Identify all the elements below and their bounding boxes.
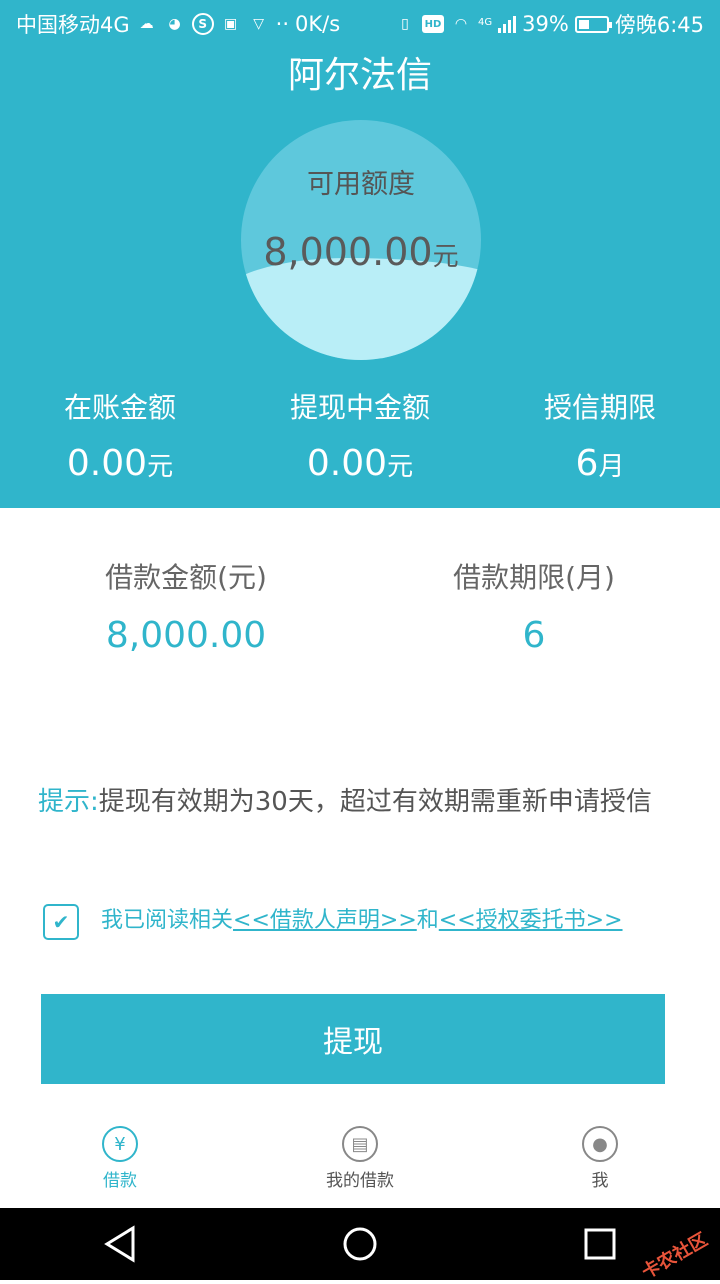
home-button[interactable] bbox=[330, 1214, 390, 1274]
hd-icon: HD bbox=[422, 15, 445, 33]
stat-amount: 6 bbox=[575, 443, 599, 484]
stat-amount: 0.00 bbox=[66, 443, 148, 484]
agreement-checkbox[interactable]: ✔ bbox=[43, 904, 79, 940]
status-bar: 中国移动4G ☁ ◕ S ▣ ▽ ·· 0K/s ▯ HD ◠ 4G 39% 傍… bbox=[0, 0, 720, 48]
stat-value: 0.00元 bbox=[0, 436, 240, 495]
agreement-and: 和 bbox=[416, 908, 439, 933]
document-icon: ▤ bbox=[342, 1126, 378, 1162]
withdraw-button[interactable]: 提现 bbox=[41, 994, 665, 1084]
back-icon bbox=[104, 1225, 135, 1263]
tip-prefix: 提示: bbox=[38, 787, 99, 817]
carrier-text: 中国移动4G bbox=[16, 13, 130, 37]
home-icon bbox=[343, 1227, 377, 1261]
authorization-letter-link[interactable]: <<授权委托书>> bbox=[439, 908, 623, 933]
tab-me[interactable]: ● 我 bbox=[480, 1110, 720, 1208]
cloud-icon: ☁ bbox=[139, 16, 154, 32]
stat-value: 0.00元 bbox=[240, 436, 480, 495]
clock: 傍晚6:45 bbox=[614, 13, 704, 37]
network-type-icon: 4G bbox=[478, 17, 493, 28]
app-title: 阿尔法信 bbox=[287, 55, 432, 96]
battery-icon bbox=[574, 15, 612, 33]
stat-amount: 0.00 bbox=[306, 443, 388, 484]
stat-unit: 元 bbox=[147, 452, 174, 482]
stat-unit: 元 bbox=[387, 452, 414, 482]
loan-amount-label: 借款金额(元) bbox=[105, 561, 267, 594]
shield-icon: ▽ bbox=[253, 16, 265, 32]
quota-unit: 元 bbox=[432, 242, 459, 272]
agreement-text: 我已阅读相关<<借款人声明>>和<<授权委托书>> bbox=[101, 902, 623, 934]
wifi-icon: ◠ bbox=[454, 16, 468, 32]
s-app-icon: S bbox=[191, 13, 214, 35]
status-right: ▯ HD ◠ 4G 39% 傍晚6:45 bbox=[394, 9, 704, 39]
network-speed: 0K/s bbox=[295, 12, 341, 36]
quota-value: 8,000.00元 bbox=[241, 230, 481, 274]
quota-amount: 8,000.00 bbox=[263, 230, 433, 274]
vibrate-icon: ▯ bbox=[401, 16, 409, 32]
browser-icon: ◕ bbox=[168, 16, 181, 32]
stat-balance: 在账金额 0.00元 bbox=[0, 388, 240, 495]
stat-label: 在账金额 bbox=[63, 391, 176, 424]
recents-button[interactable] bbox=[570, 1214, 630, 1274]
header-panel: 阿尔法信 可用额度 8,000.00元 在账金额 0.00元 提现中金额 0.0… bbox=[0, 48, 720, 508]
quota-label: 可用额度 bbox=[307, 169, 415, 200]
package-icon: ▣ bbox=[224, 16, 238, 32]
tip-body: 提现有效期为30天，超过有效期需重新申请授信 bbox=[98, 787, 652, 817]
loan-term-block: 借款期限(月) 6 bbox=[414, 556, 654, 666]
loan-term-value[interactable]: 6 bbox=[414, 606, 654, 666]
stats-row: 在账金额 0.00元 提现中金额 0.00元 授信期限 6月 bbox=[0, 388, 720, 495]
tab-label: 我的借款 bbox=[326, 1171, 394, 1191]
money-bag-icon: ¥ bbox=[102, 1126, 138, 1162]
tab-loan[interactable]: ¥ 借款 bbox=[0, 1110, 240, 1208]
loan-amount-value[interactable]: 8,000.00 bbox=[66, 606, 306, 666]
tab-label: 我 bbox=[591, 1171, 609, 1191]
loan-amount-block: 借款金额(元) 8,000.00 bbox=[66, 556, 306, 666]
agreement-row: ✔ 我已阅读相关<<借款人声明>>和<<授权委托书>> bbox=[43, 896, 623, 940]
stat-unit: 月 bbox=[598, 452, 625, 482]
recents-icon bbox=[584, 1228, 616, 1260]
tab-label: 借款 bbox=[103, 1171, 137, 1191]
user-icon: ● bbox=[582, 1126, 618, 1162]
bottom-tab-bar: ¥ 借款 ▤ 我的借款 ● 我 bbox=[0, 1110, 720, 1208]
back-button[interactable] bbox=[90, 1214, 150, 1274]
battery-percent: 39% bbox=[522, 12, 569, 36]
stat-label: 授信期限 bbox=[543, 391, 656, 424]
agreement-prefix: 我已阅读相关 bbox=[101, 908, 234, 933]
stat-credit-term: 授信期限 6月 bbox=[480, 388, 720, 495]
more-dots-icon: ·· bbox=[275, 12, 289, 36]
tip-text: 提示:提现有效期为30天，超过有效期需重新申请授信 bbox=[38, 780, 688, 824]
stat-withdrawing: 提现中金额 0.00元 bbox=[240, 388, 480, 495]
borrower-statement-link[interactable]: <<借款人声明>> bbox=[233, 908, 417, 933]
watermark-logo: 卡农社区 bbox=[638, 1229, 712, 1284]
signal-icon bbox=[498, 15, 517, 33]
loan-term-label: 借款期限(月) bbox=[453, 561, 615, 594]
status-left: 中国移动4G ☁ ◕ S ▣ ▽ ·· 0K/s bbox=[16, 9, 340, 39]
quota-circle: 可用额度 8,000.00元 bbox=[241, 120, 481, 360]
system-nav-bar: 卡农社区 bbox=[0, 1208, 720, 1283]
tab-my-loans[interactable]: ▤ 我的借款 bbox=[240, 1110, 480, 1208]
stat-value: 6月 bbox=[480, 436, 720, 495]
stat-label: 提现中金额 bbox=[289, 391, 430, 424]
check-icon: ✔ bbox=[52, 910, 70, 934]
